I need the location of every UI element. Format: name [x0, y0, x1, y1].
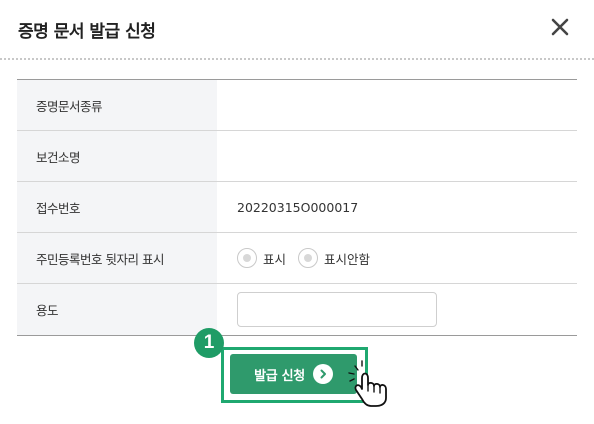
purpose-input[interactable]	[237, 292, 437, 327]
close-button[interactable]	[548, 15, 572, 39]
label-receipt-number: 접수번호	[17, 182, 217, 232]
label-resident-number-display: 주민등록번호 뒷자리 표시	[17, 233, 217, 283]
value-receipt-number: 20220315O000017	[237, 199, 359, 215]
value-document-type	[217, 80, 577, 130]
row-receipt-number: 접수번호 20220315O000017	[17, 182, 577, 233]
radio-show-circle[interactable]	[237, 248, 257, 268]
label-health-center: 보건소명	[17, 131, 217, 181]
dialog-header: 증명 문서 발급 신청	[0, 0, 594, 58]
row-health-center: 보건소명	[17, 131, 577, 182]
form-table: 증명문서종류 보건소명 접수번호 20220315O000017 주민등록번호 …	[17, 79, 577, 336]
dialog-title: 증명 문서 발급 신청	[18, 22, 156, 42]
row-purpose: 용도	[17, 284, 577, 336]
row-resident-number-display: 주민등록번호 뒷자리 표시 표시 표시안함	[17, 233, 577, 284]
purpose-field	[217, 284, 577, 335]
radio-hide-circle[interactable]	[298, 248, 319, 268]
row-document-type: 증명문서종류	[17, 80, 577, 131]
chevron-right-circle-icon	[312, 364, 333, 384]
radio-hide-label: 표시안함	[324, 251, 371, 267]
radio-hide[interactable]: 표시안함	[298, 248, 370, 268]
radio-show-label: 표시	[263, 251, 287, 267]
radio-show[interactable]: 표시	[237, 248, 286, 268]
close-icon	[551, 18, 569, 36]
header-divider	[0, 58, 594, 60]
label-document-type: 증명문서종류	[17, 80, 217, 130]
hand-pointer-icon	[345, 358, 409, 408]
step-badge: 1	[194, 328, 224, 358]
display-radio-group: 표시 표시안함	[237, 248, 382, 268]
value-health-center	[217, 131, 577, 181]
submit-button-label: 발급 신청	[254, 368, 305, 384]
label-purpose: 용도	[17, 284, 217, 335]
resident-number-display-field: 표시 표시안함	[217, 233, 577, 283]
submit-button[interactable]: 발급 신청	[230, 354, 357, 394]
